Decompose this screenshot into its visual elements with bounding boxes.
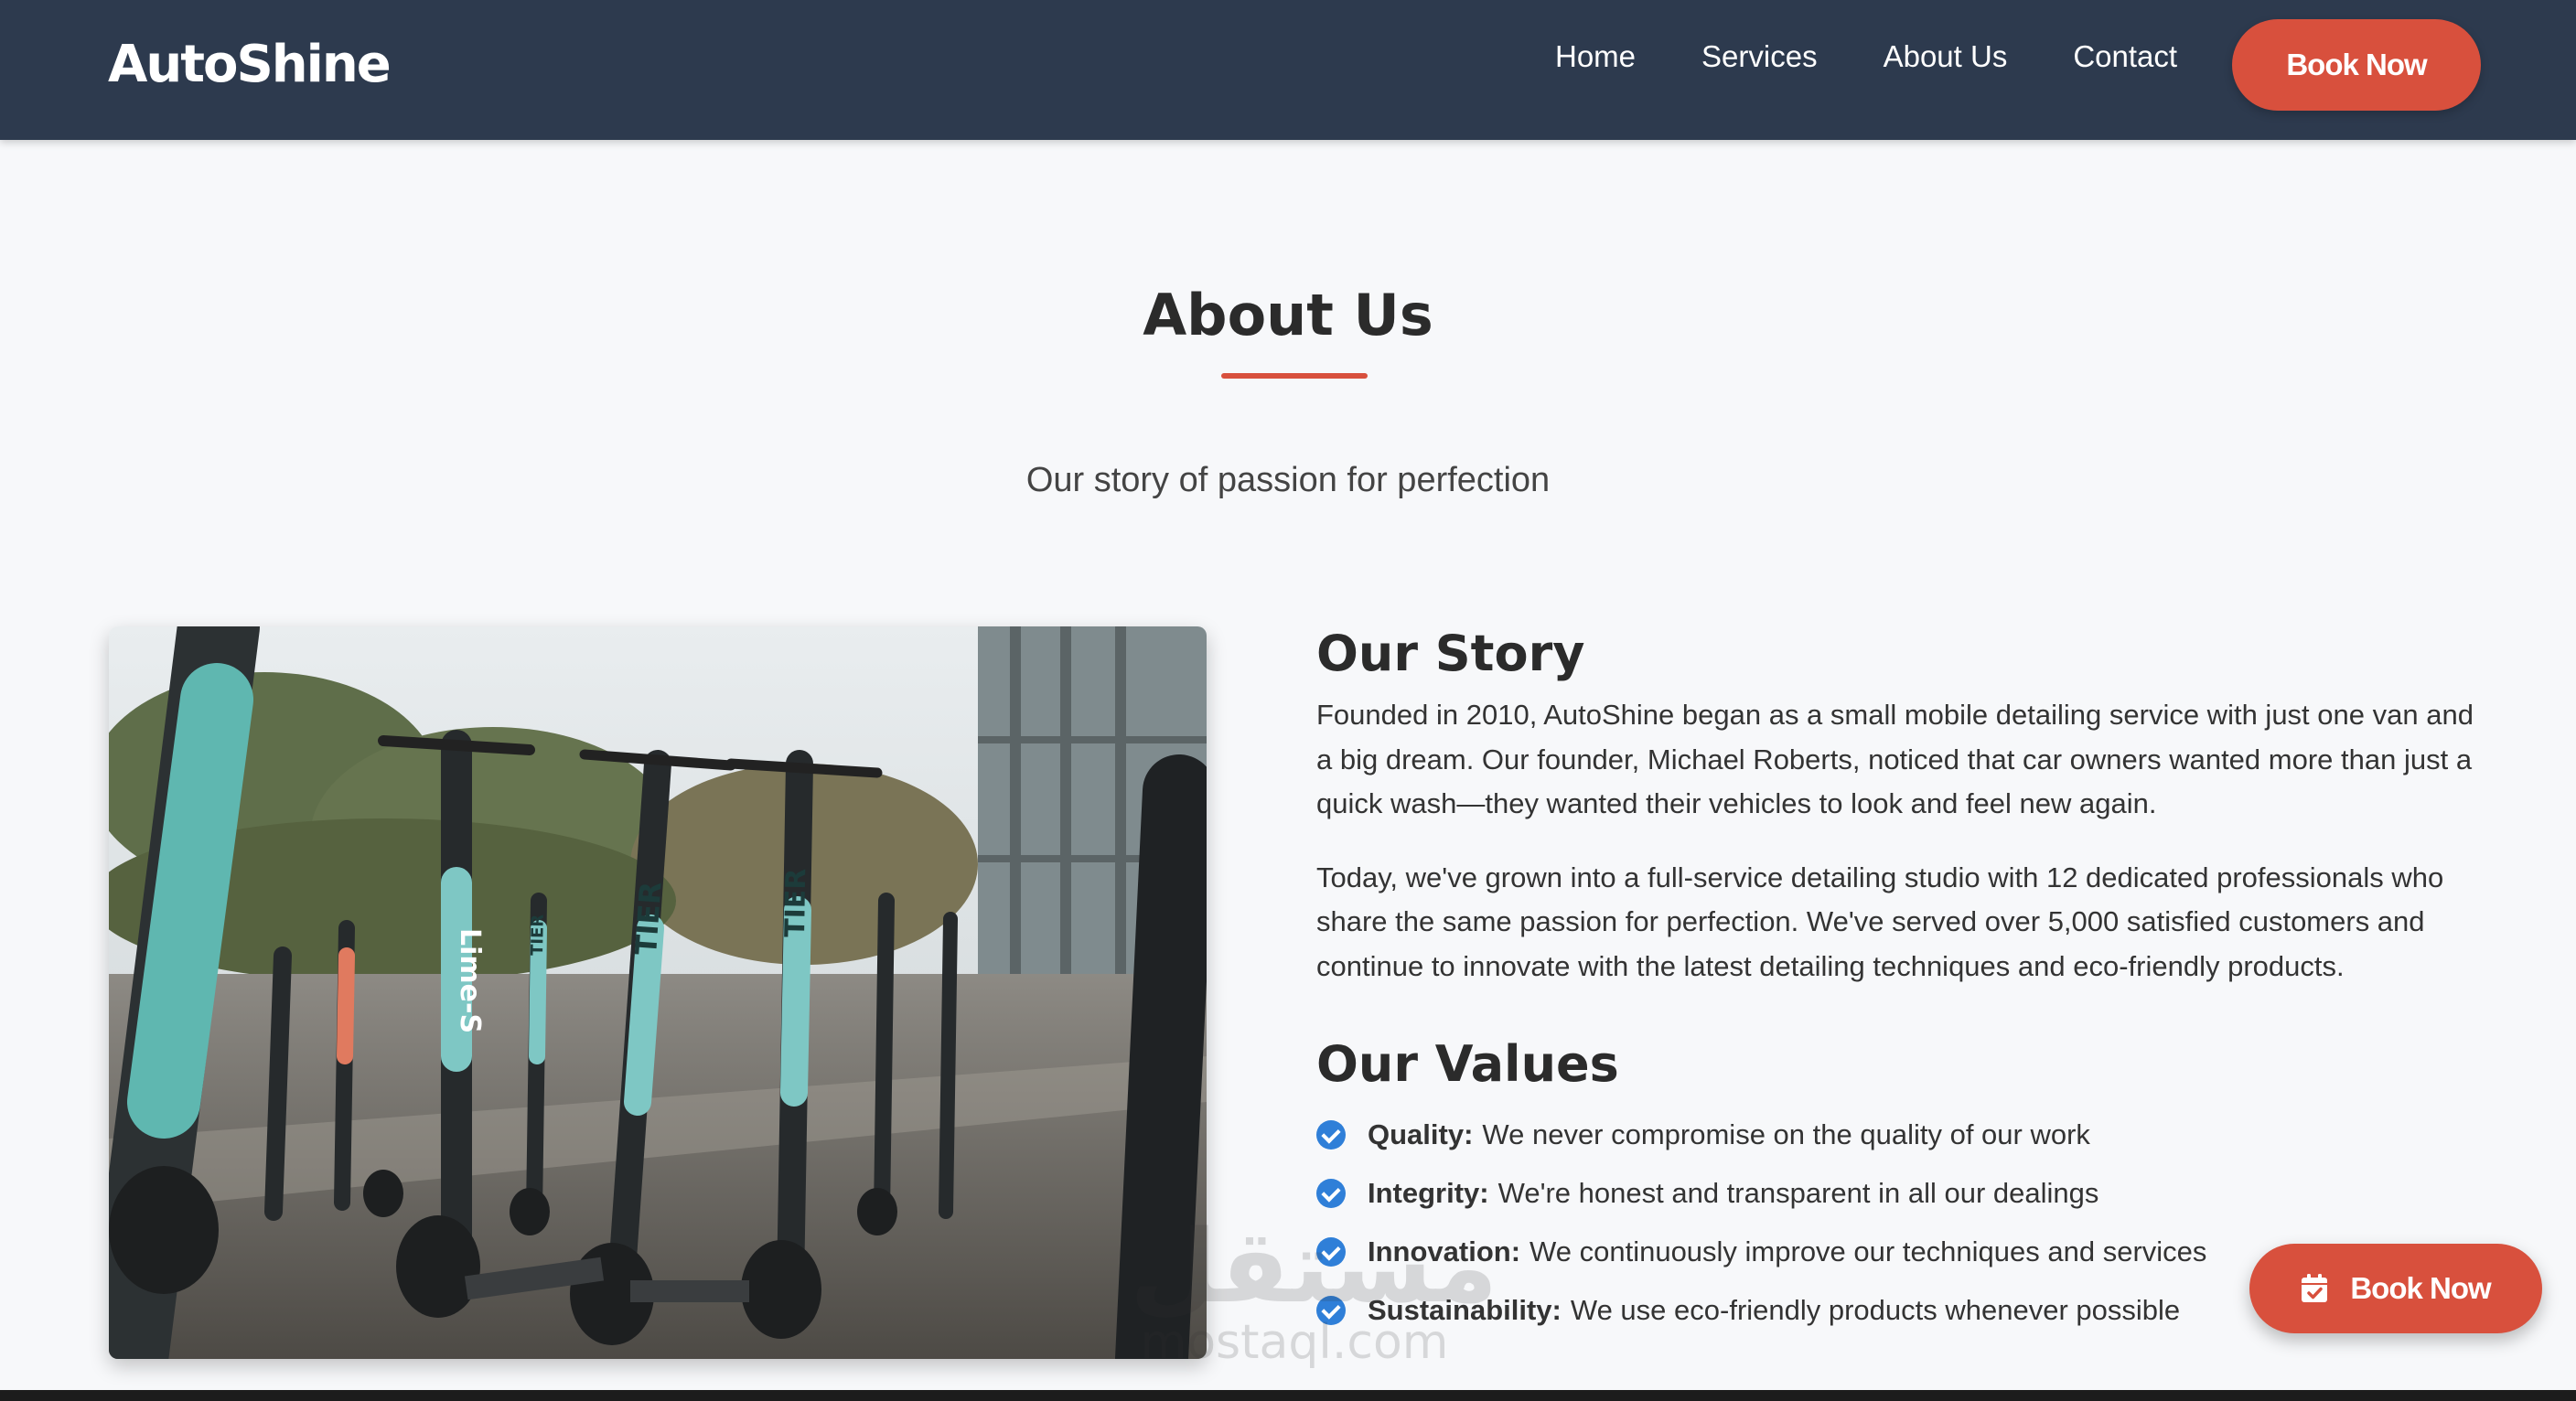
check-circle-icon <box>1316 1120 1346 1150</box>
floating-book-label: Book Now <box>2350 1271 2491 1305</box>
photo-label-tier: TIER <box>628 881 669 957</box>
nav-home[interactable]: Home <box>1555 37 1636 77</box>
calendar-check-icon <box>2302 1274 2328 1302</box>
value-text: We're honest and transparent in all our … <box>1497 1177 2099 1209</box>
navbar: AutoShine Home Services About Us Contact… <box>0 0 2576 140</box>
section-title: About Us <box>1143 282 1433 348</box>
nav-about-us[interactable]: About Us <box>1884 37 2008 77</box>
main-nav: Home Services About Us Contact <box>1555 37 2177 77</box>
value-text: We continuously improve our techniques a… <box>1530 1235 2207 1267</box>
section-subtitle: Our story of passion for perfection <box>1025 461 1551 499</box>
value-text: We use eco-friendly products whenever po… <box>1570 1294 2181 1326</box>
story-paragraph: Founded in 2010, AutoShine began as a sm… <box>1316 699 2474 819</box>
check-circle-icon <box>1316 1296 1346 1325</box>
nav-services[interactable]: Services <box>1701 37 1818 77</box>
about-content: Our Story Founded in 2010, AutoShine beg… <box>1316 622 2487 1340</box>
story-heading: Our Story <box>1316 625 1585 682</box>
book-now-button[interactable]: Book Now <box>2232 19 2481 111</box>
value-name: Quality: <box>1368 1118 1474 1150</box>
footer-edge <box>0 1390 2576 1401</box>
value-item: Integrity: We're honest and transparent … <box>1316 1164 2487 1223</box>
check-circle-icon <box>1316 1237 1346 1267</box>
floating-book-now-button[interactable]: Book Now <box>2249 1244 2542 1333</box>
nav-contact[interactable]: Contact <box>2073 37 2177 77</box>
value-name: Innovation: <box>1368 1235 1521 1267</box>
photo-label-lime: Lime-S <box>454 928 486 1033</box>
photo-label-tier-2: TIER <box>779 868 812 937</box>
check-circle-icon <box>1316 1179 1346 1208</box>
value-name: Integrity: <box>1368 1177 1489 1209</box>
title-underline <box>1221 373 1368 379</box>
value-name: Sustainability: <box>1368 1294 1562 1326</box>
value-text: We never compromise on the quality of ou… <box>1482 1118 2090 1150</box>
story-paragraph: Today, we've grown into a full-service d… <box>1316 861 2444 982</box>
value-item: Quality: We never compromise on the qual… <box>1316 1106 2487 1164</box>
values-heading: Our Values <box>1316 1035 1619 1093</box>
site-logo[interactable]: AutoShine <box>108 33 392 97</box>
scooters-photo: Lime-S TIER TIER TIER <box>109 626 1207 1359</box>
photo-label-tier-3: TIER <box>528 914 548 956</box>
